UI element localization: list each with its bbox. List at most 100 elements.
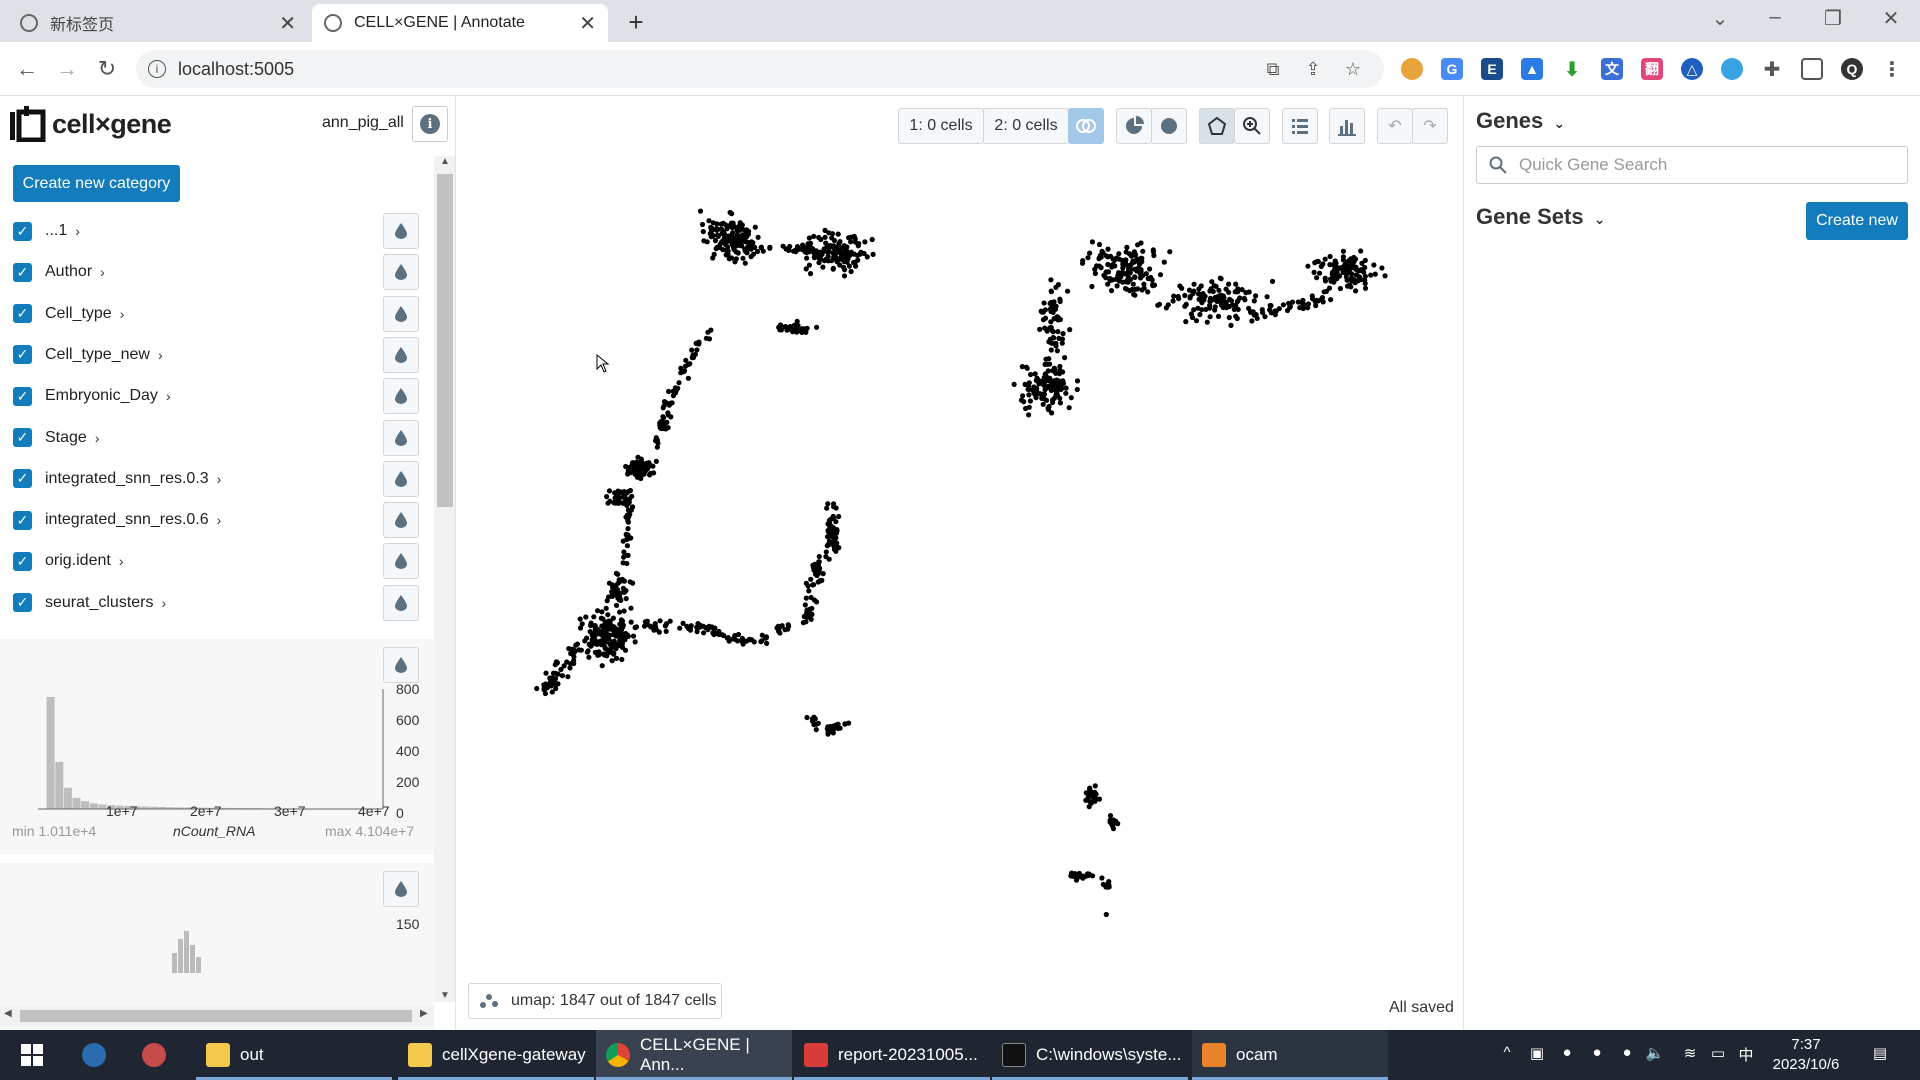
bookmark-star-icon[interactable]: ☆ xyxy=(1342,59,1364,81)
category-row[interactable]: ✓ seurat_clusters › xyxy=(13,583,433,623)
scroll-up-icon[interactable]: ▲ xyxy=(440,156,450,167)
genes-header[interactable]: Genes ⌄ xyxy=(1476,108,1565,134)
tab-search-icon[interactable]: ⌄ xyxy=(1700,6,1740,31)
distribution-button[interactable] xyxy=(1329,108,1365,144)
color-by-button[interactable] xyxy=(383,502,419,539)
chevron-right-icon[interactable]: › xyxy=(95,430,100,446)
category-checkbox[interactable]: ✓ xyxy=(13,221,32,241)
mortarboard-extension-icon[interactable]: ▲ xyxy=(1521,58,1543,80)
category-checkbox[interactable]: ✓ xyxy=(13,345,32,365)
color-by-button[interactable] xyxy=(383,460,419,497)
category-checkbox[interactable]: ✓ xyxy=(13,304,32,324)
category-row[interactable]: ✓ Cell_type_new › xyxy=(13,335,433,375)
category-checkbox[interactable]: ✓ xyxy=(13,428,32,447)
category-row[interactable]: ✓ ...1 › xyxy=(13,211,433,251)
category-label[interactable]: seurat_clusters xyxy=(45,594,154,612)
chevron-right-icon[interactable]: › xyxy=(158,347,163,363)
pinned-app-icon[interactable] xyxy=(132,1030,176,1080)
category-row[interactable]: ✓ integrated_snn_res.0.6 › xyxy=(13,500,433,540)
bluetooth-icon[interactable] xyxy=(1615,1044,1635,1064)
category-label[interactable]: integrated_snn_res.0.6 xyxy=(45,511,209,529)
category-label[interactable]: Embryonic_Day xyxy=(45,387,158,405)
taskbar-clock[interactable]: 7:37 2023/10/6 xyxy=(1766,1035,1846,1075)
category-label[interactable]: Cell_type_new xyxy=(45,346,150,364)
color-by-button[interactable] xyxy=(383,295,419,332)
reload-icon[interactable]: ↻ xyxy=(92,54,122,84)
forward-icon[interactable]: → xyxy=(52,54,82,84)
color-by-button[interactable] xyxy=(383,871,419,907)
category-checkbox[interactable]: ✓ xyxy=(13,262,32,282)
undo-icon[interactable]: ↶ xyxy=(1377,108,1413,144)
chevron-right-icon[interactable]: › xyxy=(100,264,105,280)
category-checkbox[interactable]: ✓ xyxy=(13,510,32,530)
category-label[interactable]: Cell_type xyxy=(45,305,112,323)
tray-app-icon[interactable]: ● xyxy=(1587,1044,1607,1064)
taskbar-item-report[interactable]: report-20231005... xyxy=(794,1030,990,1080)
category-checkbox[interactable]: ✓ xyxy=(13,469,32,489)
category-row[interactable]: ✓ orig.ident › xyxy=(13,541,433,581)
category-row[interactable]: ✓ Embryonic_Day › xyxy=(13,376,433,416)
pinned-app-icon[interactable] xyxy=(72,1030,116,1080)
new-tab-button[interactable]: + xyxy=(620,6,652,38)
shield-extension-icon[interactable] xyxy=(1721,58,1743,80)
tab-new-tab[interactable]: 新标签页 ✕ xyxy=(8,4,308,42)
ep-extension-icon[interactable]: E xyxy=(1481,58,1503,80)
tab-annotate[interactable]: CELL×GENE | Annotate ✕ xyxy=(312,4,608,42)
volume-icon[interactable]: 🔈 xyxy=(1645,1044,1665,1064)
chevron-up-icon[interactable]: ^ xyxy=(1497,1044,1517,1064)
category-label[interactable]: ...1 xyxy=(45,222,67,240)
embedding-selector[interactable]: umap: 1847 out of 1847 cells xyxy=(468,983,722,1019)
cookie-extension-icon[interactable] xyxy=(1401,58,1423,80)
notifications-icon[interactable]: ▤ xyxy=(1870,1044,1890,1064)
puzzle-icon[interactable]: ✚ xyxy=(1761,58,1783,81)
venn-toggle-button[interactable] xyxy=(1068,108,1104,144)
tray-app-icon[interactable]: ▣ xyxy=(1527,1044,1547,1064)
chevron-right-icon[interactable]: › xyxy=(162,595,167,611)
gene-sets-header[interactable]: Gene Sets ⌄ xyxy=(1476,204,1605,230)
dataset-info-button[interactable]: i xyxy=(412,106,448,142)
menu-dots-icon[interactable]: ⋮ xyxy=(1881,58,1903,81)
chevron-right-icon[interactable]: › xyxy=(217,471,222,487)
chevron-right-icon[interactable]: › xyxy=(75,223,80,239)
category-label[interactable]: Author xyxy=(45,263,92,281)
minimize-icon[interactable]: – xyxy=(1755,6,1795,29)
site-info-icon[interactable]: i xyxy=(148,60,166,78)
selection-2-button[interactable]: 2: 0 cells xyxy=(983,108,1069,144)
taskbar-item-out[interactable]: out xyxy=(196,1030,392,1080)
category-checkbox[interactable]: ✓ xyxy=(13,593,32,613)
start-button[interactable] xyxy=(12,1030,52,1080)
triangle-extension-icon[interactable]: △ xyxy=(1681,58,1703,80)
chevron-right-icon[interactable]: › xyxy=(166,388,171,404)
color-by-button[interactable] xyxy=(383,336,419,373)
category-checkbox[interactable]: ✓ xyxy=(13,386,32,406)
category-row[interactable]: ✓ Cell_type › xyxy=(13,294,433,334)
wifi-icon[interactable]: ≋ xyxy=(1680,1044,1700,1064)
sidebar-icon[interactable] xyxy=(1801,58,1823,80)
close-tab-icon[interactable]: ✕ xyxy=(579,11,596,36)
color-by-button[interactable] xyxy=(383,254,419,291)
scroll-left-icon[interactable]: ◀ xyxy=(4,1008,12,1019)
create-gene-set-button[interactable]: Create new xyxy=(1806,202,1908,240)
subset-selected-button[interactable] xyxy=(1116,108,1152,144)
taskbar-item-cmd[interactable]: C:\windows\syste... xyxy=(992,1030,1188,1080)
tray-app-icon[interactable]: ● xyxy=(1557,1044,1577,1064)
pink-extension-icon[interactable]: 翻 xyxy=(1641,58,1663,80)
battery-icon[interactable]: ▭ xyxy=(1708,1044,1728,1064)
chevron-right-icon[interactable]: › xyxy=(120,306,125,322)
category-row[interactable]: ✓ Stage › xyxy=(13,418,433,458)
close-tab-icon[interactable]: ✕ xyxy=(279,11,296,36)
chevron-right-icon[interactable]: › xyxy=(119,553,124,569)
scroll-down-icon[interactable]: ▼ xyxy=(440,990,450,1001)
zoom-tool-button[interactable] xyxy=(1234,108,1270,144)
selection-1-button[interactable]: 1: 0 cells xyxy=(898,108,984,144)
taskbar-item-gateway[interactable]: cellXgene-gateway xyxy=(398,1030,594,1080)
scrollbar-thumb[interactable] xyxy=(20,1010,412,1022)
redo-icon[interactable]: ↷ xyxy=(1412,108,1448,144)
category-label[interactable]: integrated_snn_res.0.3 xyxy=(45,470,209,488)
category-label[interactable]: orig.ident xyxy=(45,552,111,570)
taskbar-item-chrome[interactable]: CELL×GENE | Ann... xyxy=(596,1030,792,1080)
reset-subset-button[interactable] xyxy=(1151,108,1187,144)
translate-extension-icon[interactable]: G xyxy=(1441,58,1463,80)
address-bar[interactable]: i localhost:5005 ⧉ ⇪ ☆ xyxy=(136,50,1384,88)
close-window-icon[interactable]: ✕ xyxy=(1871,6,1911,31)
